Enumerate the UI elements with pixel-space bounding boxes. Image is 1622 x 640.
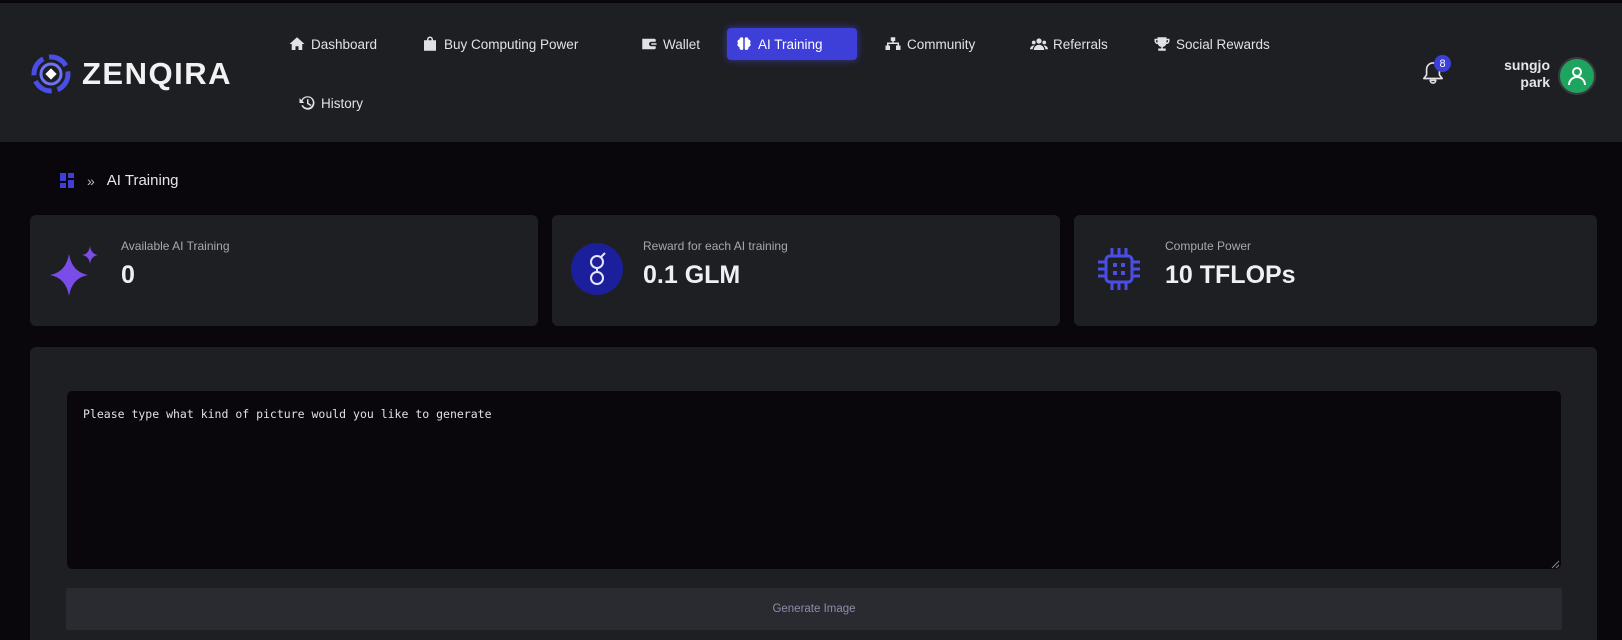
nav-dashboard-label: Dashboard [311,36,378,52]
history-icon [299,96,315,110]
notification-count-badge: 8 [1434,55,1451,72]
brain-icon [737,37,751,51]
shopping-bag-icon [424,36,436,51]
avatar[interactable] [1558,57,1596,95]
nav-community[interactable]: Community [876,28,983,60]
trophy-icon [1154,37,1170,51]
sparkles-icon-wrapper [48,242,102,296]
nav-wallet-label: Wallet [663,36,701,52]
dashboard-grid-icon[interactable] [60,173,75,188]
nav-referrals-label: Referrals [1053,36,1108,52]
cpu-chip-icon [1098,248,1140,290]
sparkles-icon [50,246,98,296]
nav-social-rewards-label: Social Rewards [1176,36,1270,52]
user-icon [1568,67,1586,86]
prompt-textarea[interactable] [67,391,1561,569]
top-navbar: ZENQIRA Dashboard Buy Computing Power Wa… [0,3,1622,142]
resize-handle-icon[interactable] [1551,560,1560,569]
nav-dashboard[interactable]: Dashboard [280,28,385,60]
stat-label: Reward for each AI training [643,239,788,253]
cpu-chip-icon-wrapper [1092,242,1146,296]
nav-ai-training-label: AI Training [758,36,823,52]
home-icon [289,37,305,50]
stat-label: Available AI Training [121,239,230,253]
nav-community-label: Community [907,36,976,52]
stat-value: 0.1 GLM [643,261,741,289]
users-icon [1030,38,1048,50]
notifications-button[interactable]: 8 [1422,55,1451,87]
breadcrumb-current: AI Training [106,172,179,189]
nav-ai-training[interactable]: AI Training [727,28,857,60]
nav-referrals[interactable]: Referrals [1022,28,1116,60]
nav-buy-computing-power-label: Buy Computing Power [444,36,579,52]
stat-card-reward: Reward for each AI training 0.1 GLM [552,215,1060,326]
nav-history-label: History [321,95,364,111]
wallet-icon [642,38,657,50]
breadcrumb-separator: » [87,172,95,189]
nav-buy-computing-power[interactable]: Buy Computing Power [413,28,586,60]
zenqira-logo-icon [31,54,71,94]
brand-name: ZENQIRA [82,56,232,91]
stat-card-compute-power: Compute Power 10 TFLOPs [1074,215,1597,326]
stat-card-available-ai-training: Available AI Training 0 [30,215,538,326]
nav-social-rewards[interactable]: Social Rewards [1145,28,1278,60]
image-generator-panel: Generate Image [30,347,1597,640]
glm-coin-icon-wrapper [570,242,624,296]
breadcrumb: » AI Training [60,172,179,189]
brand-logo[interactable]: ZENQIRA [30,53,232,95]
network-icon [885,37,901,50]
nav-wallet[interactable]: Wallet [632,28,708,60]
generate-image-button[interactable]: Generate Image [66,588,1562,630]
glm-coin-icon [571,243,623,295]
stat-value: 0 [121,261,135,289]
stat-label: Compute Power [1165,239,1252,253]
user-name[interactable]: sungjo park [1480,57,1550,91]
stat-value: 10 TFLOPs [1165,261,1296,289]
user-first-name: sungjo [1504,57,1550,73]
user-last-name: park [1520,74,1550,90]
nav-history[interactable]: History [290,87,371,119]
